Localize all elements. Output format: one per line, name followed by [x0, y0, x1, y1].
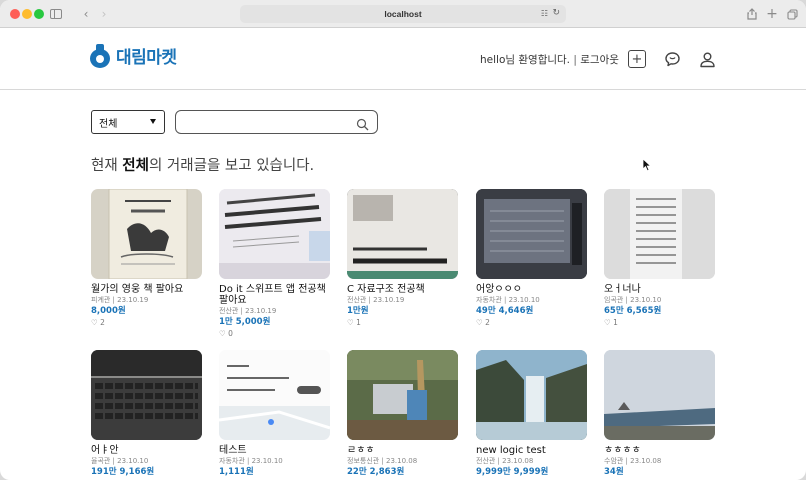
- close-window-button[interactable]: [10, 9, 20, 19]
- shopping-bag-logo-icon: [90, 43, 110, 68]
- product-meta: 자동차관 | 23.10.10: [476, 296, 540, 304]
- sidebar-toggle-icon[interactable]: [48, 6, 64, 22]
- product-thumbnail[interactable]: [347, 350, 458, 440]
- search-box[interactable]: [175, 110, 378, 134]
- product-price: 65만 6,565원: [604, 306, 662, 316]
- tab-overview-icon[interactable]: [786, 6, 798, 22]
- product-price: 1만원: [347, 306, 369, 316]
- product-thumbnail[interactable]: [476, 350, 587, 440]
- product-thumbnail[interactable]: [219, 189, 330, 279]
- address-bar[interactable]: localhost ☷ ↻: [240, 5, 566, 23]
- product-meta: 임곡관 | 23.10.10: [604, 296, 662, 304]
- product-thumbnail[interactable]: [347, 189, 458, 279]
- product-title[interactable]: 오ㅓ너나: [604, 284, 715, 295]
- product-thumbnail[interactable]: [219, 350, 330, 440]
- product-meta: 전산관 | 23.10.19: [219, 307, 277, 315]
- product-meta: 피계관 | 23.10.19: [91, 296, 149, 304]
- back-arrow-icon[interactable]: ‹: [80, 6, 92, 22]
- logout-link[interactable]: 로그아웃: [580, 54, 619, 66]
- search-icon[interactable]: [356, 116, 369, 131]
- product-card[interactable]: ㄹㅎㅎ 정보통신관 | 23.10.08 22만 2,863원: [347, 350, 458, 479]
- translate-icon[interactable]: ☷: [541, 9, 548, 18]
- greeting-separator: |: [573, 54, 577, 66]
- product-card[interactable]: C 자료구조 전공책 전산관 | 23.10.19 1만원 ♡ 1: [347, 189, 458, 327]
- user-greeting: hello님 환영합니다. | 로그아웃: [480, 52, 619, 67]
- product-title[interactable]: C 자료구조 전공책: [347, 284, 458, 295]
- site-logo[interactable]: 대림마켓: [90, 43, 177, 68]
- chat-icon[interactable]: [663, 50, 681, 68]
- product-card[interactable]: 어ㅑ안 율곡관 | 23.10.10 191만 9,166원: [91, 350, 202, 479]
- page-heading: 현재 전체의 거래글을 보고 있습니다.: [91, 154, 314, 175]
- caret-down-icon: [150, 119, 156, 124]
- heading-prefix: 현재: [91, 158, 123, 174]
- product-card[interactable]: 어앙ㅇㅇㅇ 자동차관 | 23.10.10 49만 4,646원 ♡ 2: [476, 189, 587, 327]
- product-price: 191만 9,166원: [91, 467, 155, 477]
- product-title[interactable]: new logic test: [476, 445, 587, 456]
- search-input[interactable]: [182, 114, 352, 130]
- product-title[interactable]: 테스트: [219, 445, 330, 456]
- product-thumbnail[interactable]: [91, 350, 202, 440]
- product-meta: 율곡관 | 23.10.10: [91, 457, 149, 465]
- product-meta: 수암관 | 23.10.08: [604, 457, 662, 465]
- site-header: 대림마켓 hello님 환영합니다. | 로그아웃 +: [0, 28, 806, 90]
- minimize-window-button[interactable]: [22, 9, 32, 19]
- browser-toolbar: ‹ › localhost ☷ ↻ +: [0, 0, 806, 28]
- product-likes: ♡ 0: [219, 329, 233, 338]
- product-likes: ♡ 2: [476, 318, 490, 327]
- browser-window: ‹ › localhost ☷ ↻ + 대림마켓 hello님 환영합니다. |…: [0, 0, 806, 480]
- share-icon[interactable]: [746, 6, 758, 22]
- product-likes: ♡ 2: [91, 318, 105, 327]
- product-thumbnail[interactable]: [604, 350, 715, 440]
- new-tab-icon[interactable]: +: [766, 6, 778, 22]
- product-meta: 전산관 | 23.10.19: [347, 296, 405, 304]
- reload-icon[interactable]: ↻: [552, 8, 560, 18]
- heading-category: 전체: [122, 158, 149, 174]
- product-card[interactable]: 테스트 자동차관 | 23.10.10 1,111원: [219, 350, 330, 479]
- product-card[interactable]: 오ㅓ너나 임곡관 | 23.10.10 65만 6,565원 ♡ 1: [604, 189, 715, 327]
- product-card[interactable]: Do it 스위프트 앱 전공책 팔아요 전산관 | 23.10.19 1만 5…: [219, 189, 330, 338]
- category-selected-value: 전체: [99, 118, 118, 130]
- product-price: 1만 5,000원: [219, 317, 271, 327]
- product-title[interactable]: Do it 스위프트 앱 전공책 팔아요: [219, 284, 330, 306]
- logo-text: 대림마켓: [116, 48, 177, 68]
- product-title[interactable]: 월가의 영웅 책 팔아요: [91, 284, 202, 295]
- add-post-icon[interactable]: +: [628, 50, 646, 68]
- product-price: 8,000원: [91, 306, 126, 316]
- product-card[interactable]: ㅎㅎㅎㅎ 수암관 | 23.10.08 34원: [604, 350, 715, 479]
- product-price: 9,999만 9,999원: [476, 467, 549, 477]
- product-meta: 정보통신관 | 23.10.08: [347, 457, 418, 465]
- user-profile-icon[interactable]: [698, 50, 716, 68]
- product-meta: 자동차관 | 23.10.10: [219, 457, 283, 465]
- product-price: 22만 2,863원: [347, 467, 405, 477]
- product-card[interactable]: 월가의 영웅 책 팔아요 피계관 | 23.10.19 8,000원 ♡ 2: [91, 189, 202, 327]
- product-title[interactable]: 어ㅑ안: [91, 445, 202, 456]
- heading-suffix: 의 거래글을 보고 있습니다.: [148, 158, 315, 174]
- category-select[interactable]: 전체: [91, 110, 165, 134]
- product-title[interactable]: 어앙ㅇㅇㅇ: [476, 284, 587, 295]
- product-card[interactable]: new logic test 전산관 | 23.10.08 9,999만 9,9…: [476, 350, 587, 479]
- product-title[interactable]: ㅎㅎㅎㅎ: [604, 445, 715, 456]
- product-likes: ♡ 1: [347, 318, 361, 327]
- product-price: 49만 4,646원: [476, 306, 534, 316]
- forward-arrow-icon[interactable]: ›: [98, 6, 110, 22]
- greeting-text: hello님 환영합니다.: [480, 54, 571, 66]
- product-price: 34원: [604, 467, 624, 477]
- product-title[interactable]: ㄹㅎㅎ: [347, 445, 458, 456]
- address-text: localhost: [384, 9, 422, 19]
- product-thumbnail[interactable]: [476, 189, 587, 279]
- zoom-window-button[interactable]: [34, 9, 44, 19]
- product-price: 1,111원: [219, 467, 254, 477]
- mouse-cursor-icon: [642, 158, 652, 172]
- product-meta: 전산관 | 23.10.08: [476, 457, 534, 465]
- product-thumbnail[interactable]: [91, 189, 202, 279]
- product-likes: ♡ 1: [604, 318, 618, 327]
- product-thumbnail[interactable]: [604, 189, 715, 279]
